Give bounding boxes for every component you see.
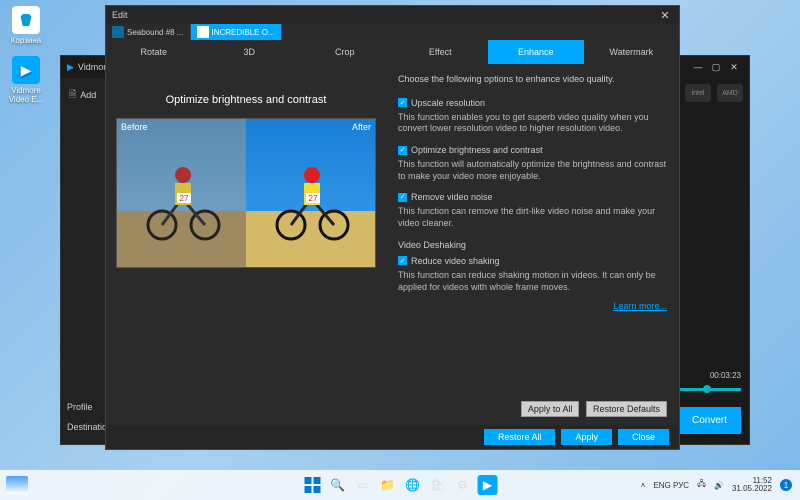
- recycle-icon: [12, 6, 40, 34]
- opt-upscale[interactable]: ✓Upscale resolution: [398, 98, 667, 108]
- file-tab-2[interactable]: INCREDIBLE O...: [191, 24, 282, 40]
- edit-title: Edit: [112, 10, 657, 20]
- recycle-bin[interactable]: Корзина: [6, 6, 46, 45]
- taskview-icon[interactable]: ▭: [353, 475, 373, 495]
- settings-icon[interactable]: ⚙: [453, 475, 473, 495]
- opt-upscale-desc: This function enables you to get superb …: [398, 112, 667, 135]
- before-label: Before: [121, 122, 148, 132]
- rider-illustration: 27: [137, 143, 227, 243]
- file-tabs: Seabound #8 ... INCREDIBLE O...: [106, 24, 679, 40]
- preview-heading: Optimize brightness and contrast: [116, 94, 376, 106]
- opt-brightness[interactable]: ✓Optimize brightness and contrast: [398, 145, 667, 155]
- rider-illustration: 27: [266, 143, 356, 243]
- hw-chip-amd[interactable]: AMD: [717, 84, 743, 102]
- minimize-button[interactable]: —: [689, 60, 707, 74]
- clock[interactable]: 11:52 31.05.2022: [732, 477, 772, 493]
- search-icon[interactable]: 🔍: [328, 475, 348, 495]
- before-after-preview: Before 27: [116, 118, 376, 268]
- vidmore-shortcut[interactable]: ▶ Vidmore Video E...: [6, 56, 46, 104]
- converter-logo: ▶: [67, 62, 74, 73]
- opt-deshake[interactable]: ✓Reduce video shaking: [398, 256, 667, 266]
- edge-icon[interactable]: 🌐: [403, 475, 423, 495]
- checkbox-icon: ✓: [398, 146, 407, 155]
- edit-footer: Restore All Apply Close: [106, 425, 679, 449]
- notifications-icon[interactable]: 1: [780, 479, 792, 491]
- checkbox-icon: ✓: [398, 256, 407, 265]
- tab-3d[interactable]: 3D: [202, 40, 298, 64]
- tab-watermark[interactable]: Watermark: [584, 40, 680, 64]
- enhance-intro: Choose the following options to enhance …: [398, 74, 667, 86]
- learn-more-link[interactable]: Learn more...: [613, 301, 667, 311]
- apply-button[interactable]: Apply: [561, 429, 612, 445]
- vidmore-taskbar-icon[interactable]: ▶: [478, 475, 498, 495]
- store-icon[interactable]: 🛍: [428, 475, 448, 495]
- widgets-button[interactable]: [6, 476, 28, 494]
- restore-defaults-button[interactable]: Restore Defaults: [586, 401, 667, 417]
- close-button[interactable]: Close: [618, 429, 669, 445]
- edit-close-button[interactable]: ✕: [657, 9, 673, 22]
- restore-all-button[interactable]: Restore All: [484, 429, 556, 445]
- taskbar: 🔍 ▭ 📁 🌐 🛍 ⚙ ▶ ˄ ENG РУС 🖧 🔊 11:52 31.05.…: [0, 470, 800, 500]
- checkbox-icon: ✓: [398, 193, 407, 202]
- after-label: After: [352, 122, 371, 132]
- tab-crop[interactable]: Crop: [297, 40, 393, 64]
- taskbar-center: 🔍 ▭ 📁 🌐 🛍 ⚙ ▶: [303, 475, 498, 495]
- convert-button[interactable]: Convert: [678, 407, 741, 434]
- enhance-options: Choose the following options to enhance …: [386, 64, 679, 425]
- edit-dialog: Edit ✕ Seabound #8 ... INCREDIBLE O... R…: [105, 5, 680, 450]
- recycle-label: Корзина: [6, 36, 46, 45]
- tab-rotate[interactable]: Rotate: [106, 40, 202, 64]
- opt-noise-desc: This function can remove the dirt-like v…: [398, 206, 667, 229]
- vidmore-icon: ▶: [12, 56, 40, 84]
- tool-tabs: Rotate 3D Crop Effect Enhance Watermark: [106, 40, 679, 64]
- lang-indicator[interactable]: ENG РУС: [653, 481, 689, 490]
- vidmore-label: Vidmore Video E...: [6, 86, 46, 104]
- preview-panel: Optimize brightness and contrast Before: [106, 64, 386, 425]
- explorer-icon[interactable]: 📁: [378, 475, 398, 495]
- svg-text:27: 27: [179, 194, 188, 203]
- file-thumb-icon: [197, 26, 209, 38]
- tab-enhance[interactable]: Enhance: [488, 40, 584, 64]
- close-button[interactable]: ✕: [725, 60, 743, 74]
- file-thumb-icon: [112, 26, 124, 38]
- start-button[interactable]: [303, 475, 323, 495]
- svg-text:27: 27: [308, 194, 317, 203]
- tray-chevron-icon[interactable]: ˄: [641, 481, 646, 490]
- checkbox-icon: ✓: [398, 98, 407, 107]
- add-icon: 🗎: [69, 87, 76, 103]
- apply-to-all-button[interactable]: Apply to All: [521, 401, 580, 417]
- opt-brightness-desc: This function will automatically optimiz…: [398, 159, 667, 182]
- deshake-heading: Video Deshaking: [398, 240, 667, 250]
- time-end: 00:03:23: [710, 371, 741, 380]
- tab-effect[interactable]: Effect: [393, 40, 489, 64]
- hw-chip-intel[interactable]: intel: [685, 84, 711, 102]
- network-icon[interactable]: 🖧: [697, 478, 706, 492]
- opt-noise[interactable]: ✓Remove video noise: [398, 192, 667, 202]
- opt-deshake-desc: This function can reduce shaking motion …: [398, 270, 667, 293]
- maximize-button[interactable]: ▢: [707, 60, 725, 74]
- volume-icon[interactable]: 🔊: [714, 481, 724, 490]
- file-tab-1[interactable]: Seabound #8 ...: [106, 24, 191, 40]
